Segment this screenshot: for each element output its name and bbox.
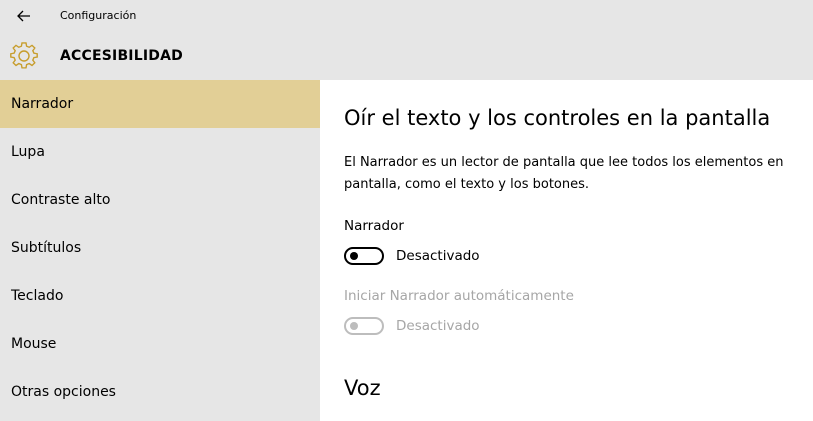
voz-section-heading: Voz — [344, 376, 381, 400]
back-arrow-icon — [17, 10, 30, 22]
auto-start-toggle-row: Desactivado — [344, 316, 480, 336]
settings-window: Configuración ACCESIBILIDAD Narrador Lup… — [0, 0, 813, 421]
description-text: El Narrador es un lector de pantalla que… — [344, 155, 784, 192]
narrador-setting-label: Narrador — [344, 218, 404, 234]
page-title: Oír el texto y los controles en la panta… — [344, 106, 771, 130]
sidebar-item-teclado[interactable]: Teclado — [0, 272, 320, 320]
sidebar-item-narrador[interactable]: Narrador — [0, 80, 320, 128]
section-header: ACCESIBILIDAD — [0, 32, 813, 80]
auto-start-toggle-state: Desactivado — [396, 318, 480, 334]
main-panel: Oír el texto y los controles en la panta… — [320, 80, 813, 421]
section-title: ACCESIBILIDAD — [60, 48, 183, 64]
title-bar: Configuración — [0, 0, 813, 32]
auto-start-setting-label: Iniciar Narrador automáticamente — [344, 288, 574, 304]
window-title: Configuración — [60, 9, 137, 22]
narrador-toggle-row: Desactivado — [344, 246, 480, 266]
back-button[interactable] — [8, 4, 40, 28]
auto-start-toggle — [344, 317, 384, 335]
gear-icon — [10, 42, 38, 69]
sidebar-item-subtitulos[interactable]: Subtítulos — [0, 224, 320, 272]
narrador-toggle[interactable] — [344, 247, 384, 265]
narrador-toggle-state: Desactivado — [396, 248, 480, 264]
sidebar-item-mouse[interactable]: Mouse — [0, 320, 320, 368]
sidebar-nav: Narrador Lupa Contraste alto Subtítulos … — [0, 80, 320, 421]
sidebar-item-lupa[interactable]: Lupa — [0, 128, 320, 176]
toggle-knob — [350, 252, 358, 260]
sidebar-item-contraste-alto[interactable]: Contraste alto — [0, 176, 320, 224]
sidebar-item-otras-opciones[interactable]: Otras opciones — [0, 368, 320, 416]
toggle-knob — [350, 322, 358, 330]
